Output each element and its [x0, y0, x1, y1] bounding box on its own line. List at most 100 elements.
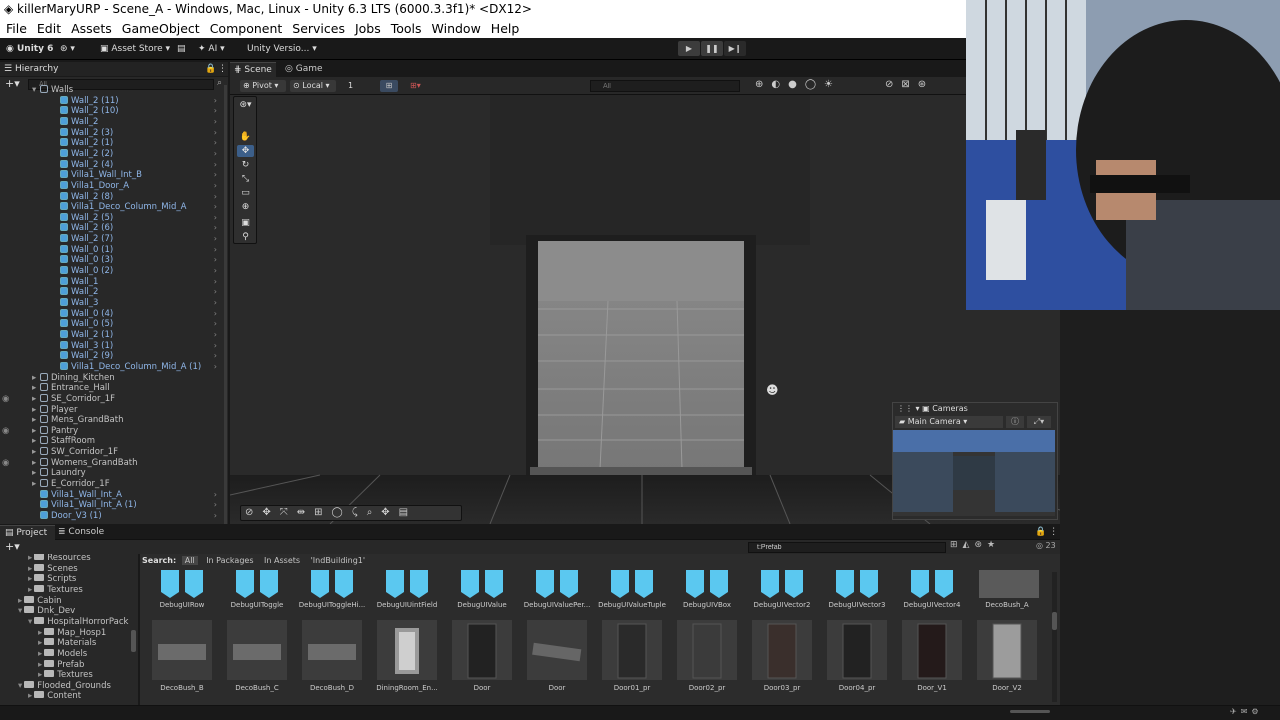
create-asset-icon[interactable]: +▾: [5, 540, 20, 553]
grid-snap-icon[interactable]: ⊞: [380, 80, 398, 92]
expand-toggle-icon[interactable]: ▸: [38, 660, 42, 670]
chevron-right-icon[interactable]: ›: [214, 160, 217, 171]
camera-expand-button[interactable]: ⤢▾: [1027, 416, 1051, 428]
asset-label[interactable]: DecoBush_A: [972, 601, 1042, 609]
project-search-input[interactable]: [748, 542, 946, 553]
prefab-thumbnail[interactable]: [377, 620, 437, 680]
scene-view-options[interactable]: ⊕◐●◯☀: [755, 79, 841, 90]
zoom-slider[interactable]: [1010, 710, 1050, 713]
asset-label[interactable]: DebugUIValueTuple: [597, 601, 667, 609]
expand-toggle-icon[interactable]: ▾: [32, 85, 36, 96]
chevron-right-icon[interactable]: ›: [214, 511, 217, 522]
scene-search-input[interactable]: [590, 80, 740, 92]
project-folder-item[interactable]: ▸ Cabin: [18, 595, 62, 607]
hierarchy-item[interactable]: Wall_2 (3) ›: [0, 127, 222, 139]
menu-jobs[interactable]: Jobs: [355, 19, 381, 38]
expand-toggle-icon[interactable]: ▸: [28, 585, 32, 595]
chevron-right-icon[interactable]: ›: [214, 351, 217, 362]
expand-toggle-icon[interactable]: ▸: [38, 649, 42, 659]
hierarchy-item[interactable]: Wall_2 ›: [0, 116, 222, 128]
asset-label[interactable]: Door03_pr: [747, 684, 817, 692]
project-folder-item[interactable]: ▾ Dnk_Dev: [18, 606, 75, 617]
expand-toggle-icon[interactable]: ▸: [18, 596, 22, 606]
asset-label[interactable]: DecoBush_B: [147, 684, 217, 692]
menu-component[interactable]: Component: [210, 19, 283, 38]
asset-label[interactable]: Door02_pr: [672, 684, 742, 692]
ai-button[interactable]: ✦ AI ▾: [198, 42, 225, 56]
expand-toggle-icon[interactable]: ▸: [32, 468, 36, 479]
grid-size-field[interactable]: 1: [348, 80, 372, 92]
expand-toggle-icon[interactable]: ▸: [28, 554, 32, 563]
play-button[interactable]: ▶: [678, 41, 700, 56]
hierarchy-item[interactable]: Villa1_Wall_Int_A ›: [0, 489, 222, 501]
camera-select-dropdown[interactable]: ▰ Main Camera ▾: [895, 416, 1003, 428]
expand-toggle-icon[interactable]: ▸: [32, 458, 36, 469]
chevron-right-icon[interactable]: ›: [214, 202, 217, 213]
project-folder-item[interactable]: ▸ Models: [38, 648, 87, 660]
project-folder-item[interactable]: ▸ Prefab: [38, 659, 84, 671]
chevron-right-icon[interactable]: ›: [214, 287, 217, 298]
hierarchy-item[interactable]: Wall_2 (1) ›: [0, 138, 222, 149]
asset-label[interactable]: DebugUIToggleHi...: [297, 601, 367, 609]
hierarchy-item[interactable]: ▸ SW_Corridor_1F: [0, 447, 222, 458]
project-folder-item[interactable]: ▸ Scenes: [28, 563, 78, 575]
expand-toggle-icon[interactable]: ▸: [32, 383, 36, 394]
prefab-thumbnail[interactable]: [382, 570, 432, 598]
prefab-thumbnail[interactable]: [457, 570, 507, 598]
chevron-right-icon[interactable]: ›: [214, 192, 217, 203]
hierarchy-tab[interactable]: ☰ Hierarchy 🔒 ⋮: [0, 62, 228, 77]
asset-label[interactable]: Door: [447, 684, 517, 692]
menu-file[interactable]: File: [6, 19, 27, 38]
asset-label[interactable]: DebugUIVector4: [897, 601, 967, 609]
expand-toggle-icon[interactable]: ▸: [38, 670, 42, 680]
account-icon[interactable]: ⊛ ▾: [60, 42, 75, 56]
package-icon[interactable]: ▤: [177, 42, 186, 56]
prefab-thumbnail[interactable]: [527, 620, 587, 680]
asset-label[interactable]: DecoBush_D: [297, 684, 367, 692]
asset-label[interactable]: Door: [522, 684, 592, 692]
menu-tools[interactable]: Tools: [391, 19, 422, 38]
hierarchy-item[interactable]: ▸ Entrance_Hall: [0, 383, 222, 394]
custom-tool-icon[interactable]: ▣: [237, 217, 254, 229]
prefab-thumbnail[interactable]: [607, 570, 657, 598]
cameras-overlay-header[interactable]: ⋮⋮ ▾ ▣ Cameras: [893, 403, 1057, 415]
hand-tool-icon[interactable]: ✋: [237, 131, 254, 143]
tree-scrollbar[interactable]: [131, 630, 136, 652]
expand-toggle-icon[interactable]: ▸: [32, 479, 36, 490]
asset-label[interactable]: DebugUIValuePer...: [522, 601, 592, 609]
transform-tool-icon[interactable]: ⊕: [237, 201, 254, 213]
snap-toggle-icon[interactable]: ⊞▾: [410, 80, 428, 92]
asset-label[interactable]: Door_V2: [972, 684, 1042, 692]
hierarchy-item[interactable]: Villa1_Door_A ›: [0, 180, 222, 192]
expand-toggle-icon[interactable]: ▸: [32, 447, 36, 458]
asset-label[interactable]: DebugUIUintField: [372, 601, 442, 609]
hierarchy-item[interactable]: Wall_2 (4) ›: [0, 159, 222, 171]
chevron-right-icon[interactable]: ›: [214, 223, 217, 234]
hierarchy-item[interactable]: ▸ Laundry: [0, 468, 222, 479]
asset-label[interactable]: DecoBush_C: [222, 684, 292, 692]
chevron-right-icon[interactable]: ›: [214, 181, 217, 192]
hierarchy-item[interactable]: ◉ ▸ Womens_GrandBath: [0, 457, 222, 469]
chevron-right-icon[interactable]: ›: [214, 138, 217, 149]
chevron-right-icon[interactable]: ›: [214, 341, 217, 352]
step-button[interactable]: ▶❙: [724, 41, 746, 56]
expand-toggle-icon[interactable]: ▸: [32, 426, 36, 437]
local-dropdown[interactable]: ⊙ Local ▾: [290, 80, 336, 92]
asset-label[interactable]: Door01_pr: [597, 684, 667, 692]
hierarchy-item[interactable]: Wall_2 (7) ›: [0, 234, 222, 245]
hierarchy-item[interactable]: ▸ Dining_Kitchen: [0, 372, 222, 384]
hierarchy-item[interactable]: Wall_3 (1) ›: [0, 340, 222, 352]
rect-tool-icon[interactable]: ▭: [237, 187, 254, 199]
prefab-thumbnail[interactable]: [757, 570, 807, 598]
prefab-thumbnail[interactable]: [157, 570, 207, 598]
hierarchy-item[interactable]: Wall_0 (5) ›: [0, 319, 222, 330]
expand-toggle-icon[interactable]: ▸: [38, 628, 42, 638]
chevron-right-icon[interactable]: ›: [214, 96, 217, 107]
prefab-thumbnail[interactable]: [532, 570, 582, 598]
prefab-thumbnail[interactable]: [452, 620, 512, 680]
move-tool-icon[interactable]: ✥: [237, 145, 254, 157]
gizmo-options[interactable]: ⊘⊠⊛: [885, 79, 934, 90]
asset-label[interactable]: DebugUIVector3: [822, 601, 892, 609]
hierarchy-item[interactable]: ◉ ▸ SE_Corridor_1F: [0, 393, 222, 405]
hierarchy-item[interactable]: Door_V3 (1) ›: [0, 511, 222, 522]
